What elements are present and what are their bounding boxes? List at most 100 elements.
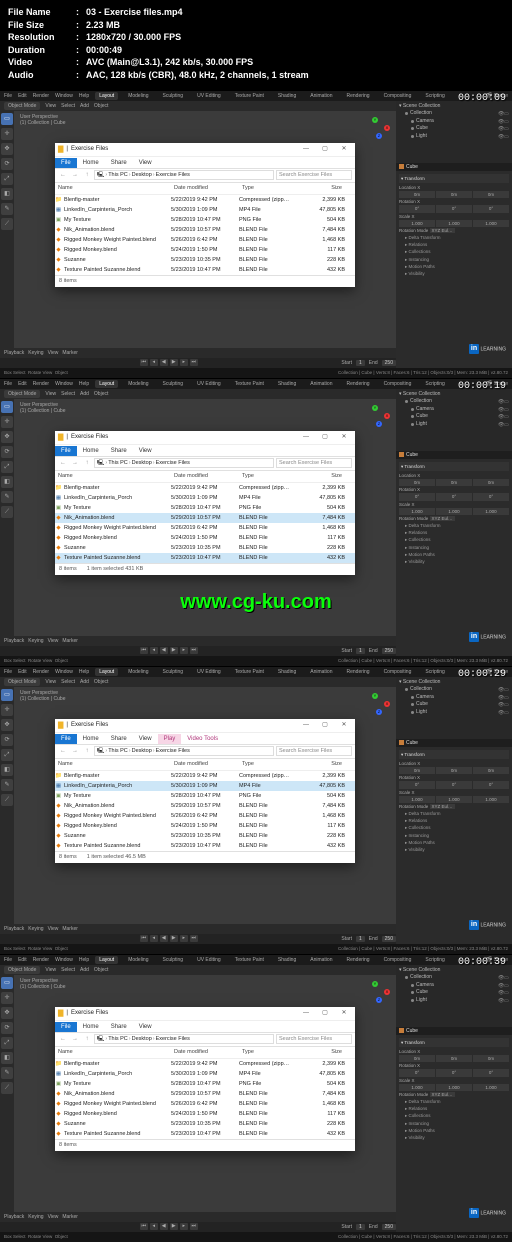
workspace-tab[interactable]: Scripting [421, 668, 448, 676]
play-rev-icon[interactable]: ◀ [160, 647, 168, 654]
workspace-tab[interactable]: Compositing [380, 380, 416, 388]
file-row[interactable]: ▦LinkedIn_Carpinteria_Porch5/30/2019 1:0… [55, 205, 355, 215]
timeline-header[interactable]: PlaybackKeyingViewMarker [0, 348, 396, 358]
crumb[interactable]: This PC [108, 1036, 128, 1042]
explorer-titlebar[interactable]: ▇ | Exercise Files — ▢ ✕ [55, 143, 355, 157]
explorer-ribbon[interactable]: FileHomeShareViewPlayVideo Tools [55, 733, 355, 745]
crumb[interactable]: This PC [108, 172, 128, 178]
panel-collapsed[interactable]: ▸ Motion Paths [399, 1127, 509, 1134]
header-menu[interactable]: Select [61, 103, 75, 109]
nav-back-icon[interactable]: ← [58, 172, 68, 178]
workspace-tab[interactable]: Sculpting [159, 92, 188, 100]
tool-rotate-icon[interactable]: ⟳ [1, 734, 13, 746]
file-row[interactable]: ◆Suzanne5/23/2019 10:35 PMBLEND File228 … [55, 543, 355, 553]
panel-collapsed[interactable]: ▸ Collections [399, 824, 509, 831]
timeline-menu[interactable]: Keying [28, 1214, 43, 1220]
menu-edit[interactable]: Edit [18, 669, 27, 675]
crumb[interactable]: This PC [108, 460, 128, 466]
outliner-item[interactable]: Light👁▭ [399, 709, 509, 717]
col-type[interactable]: Type [239, 761, 299, 767]
eye-icon[interactable]: 👁 [498, 710, 503, 715]
jump-start-icon[interactable]: ⏮ [140, 935, 148, 942]
panel-collapsed[interactable]: ▸ Visibility [399, 270, 509, 277]
workspace-tab[interactable]: UV Editing [193, 380, 225, 388]
crumb[interactable]: Desktop [132, 460, 152, 466]
minimize-button[interactable]: — [298, 719, 314, 731]
search-input[interactable]: Search Exercise Files [276, 170, 352, 180]
menu-render[interactable]: Render [33, 93, 49, 99]
tool-transform-icon[interactable]: ◧ [1, 1052, 13, 1064]
panel-collapsed[interactable]: ▸ Visibility [399, 1134, 509, 1141]
crumb[interactable]: Exercise Files [156, 172, 190, 178]
tool-transform-icon[interactable]: ◧ [1, 476, 13, 488]
file-row[interactable]: ▣My Texture5/28/2019 10:47 PMPNG File504… [55, 215, 355, 225]
tool-measure-icon[interactable]: ⟋ [1, 1082, 13, 1094]
restrict-icon[interactable]: ▭ [504, 998, 509, 1003]
explorer-ribbon[interactable]: FileHomeShareView [55, 157, 355, 169]
tool-scale-icon[interactable]: ⤢ [1, 749, 13, 761]
outliner-root[interactable]: ▾ Scene Collection [399, 391, 509, 399]
explorer-window[interactable]: ▇ | Exercise Files — ▢ ✕ FileHomeShareVi… [55, 1007, 355, 1151]
menu-edit[interactable]: Edit [18, 93, 27, 99]
timeline-header[interactable]: PlaybackKeyingViewMarker [0, 636, 396, 646]
nav-back-icon[interactable]: ← [58, 460, 68, 466]
col-date[interactable]: Date modified [171, 761, 239, 767]
workspace-tab[interactable]: Scripting [421, 92, 448, 100]
nav-gizmo-icon[interactable]: XYZ [368, 117, 390, 139]
panel-collapsed[interactable]: ▸ Visibility [399, 558, 509, 565]
workspace-tab[interactable]: Layout [95, 380, 118, 388]
panel-collapsed[interactable]: ▸ Delta Transform [399, 234, 509, 241]
file-row[interactable]: ◆Rigged Monkey.blend5/24/2019 1:50 PMBLE… [55, 1109, 355, 1119]
pc-icon[interactable]: 🖳 [97, 459, 104, 468]
restrict-icon[interactable]: ▭ [504, 687, 509, 692]
menu-window[interactable]: Window [55, 669, 73, 675]
prev-key-icon[interactable]: ◂ [150, 935, 158, 942]
explorer-columns[interactable]: Name Date modified Type Size [55, 471, 355, 483]
ribbon-tab-home[interactable]: Home [77, 1022, 105, 1032]
tool-select-icon[interactable]: ▭ [1, 401, 13, 413]
explorer-titlebar[interactable]: ▇ | Exercise Files — ▢ ✕ [55, 719, 355, 733]
panel-collapsed[interactable]: ▸ Delta Transform [399, 522, 509, 529]
ribbon-tab-home[interactable]: Home [77, 158, 105, 168]
nav-fwd-icon[interactable]: → [70, 460, 80, 466]
workspace-tab[interactable]: Modeling [124, 92, 152, 100]
blender-toolbar[interactable]: ▭ ✛ ✥ ⟳ ⤢ ◧ ✎ ⟋ [0, 975, 14, 1212]
nav-back-icon[interactable]: ← [58, 1036, 68, 1042]
workspace-tab[interactable]: Texture Paint [231, 380, 268, 388]
eye-icon[interactable]: 👁 [498, 998, 503, 1003]
file-row[interactable]: 📁Blenfig-master5/22/2019 9:42 PMCompress… [55, 1059, 355, 1069]
col-size[interactable]: Size [299, 1049, 345, 1055]
file-row[interactable]: 📁Blenfig-master5/22/2019 9:42 PMCompress… [55, 771, 355, 781]
tool-move-icon[interactable]: ✥ [1, 1007, 13, 1019]
col-size[interactable]: Size [299, 761, 345, 767]
tool-move-icon[interactable]: ✥ [1, 431, 13, 443]
prev-key-icon[interactable]: ◂ [150, 359, 158, 366]
file-row[interactable]: ◆Nik_Animation.blend5/29/2019 10:57 PMBL… [55, 225, 355, 235]
eye-icon[interactable]: 👁 [498, 414, 503, 419]
pc-icon[interactable]: 🖳 [97, 1035, 104, 1044]
nav-back-icon[interactable]: ← [58, 748, 68, 754]
workspace-tab[interactable]: Rendering [342, 92, 373, 100]
outliner-item[interactable]: Light👁▭ [399, 133, 509, 141]
nav-up-icon[interactable]: ↑ [82, 172, 92, 178]
jump-start-icon[interactable]: ⏮ [140, 359, 148, 366]
menu-edit[interactable]: Edit [18, 957, 27, 963]
explorer-columns[interactable]: Name Date modified Type Size [55, 183, 355, 195]
outliner[interactable]: ▾ Scene CollectionCollection👁▭Camera👁▭Cu… [396, 101, 512, 163]
play-rev-icon[interactable]: ◀ [160, 359, 168, 366]
col-name[interactable]: Name [55, 473, 171, 479]
panel-collapsed[interactable]: ▸ Motion Paths [399, 263, 509, 270]
panel-collapsed[interactable]: ▸ Collections [399, 1112, 509, 1119]
ribbon-tab-file[interactable]: File [55, 734, 77, 744]
minimize-button[interactable]: — [298, 1007, 314, 1019]
breadcrumb[interactable]: 🖳›This PC›Desktop›Exercise Files [94, 1034, 274, 1044]
header-menu[interactable]: Add [80, 967, 89, 973]
header-menu[interactable]: View [45, 967, 56, 973]
close-button[interactable]: ✕ [336, 1007, 352, 1019]
menu-window[interactable]: Window [55, 957, 73, 963]
outliner-item[interactable]: Camera👁▭ [399, 118, 509, 126]
file-row[interactable]: ◆Texture Painted Suzanne.blend5/23/2019 … [55, 265, 355, 275]
timeline-menu[interactable]: Marker [62, 926, 78, 932]
tool-measure-icon[interactable]: ⟋ [1, 794, 13, 806]
eye-icon[interactable]: 👁 [498, 975, 503, 980]
